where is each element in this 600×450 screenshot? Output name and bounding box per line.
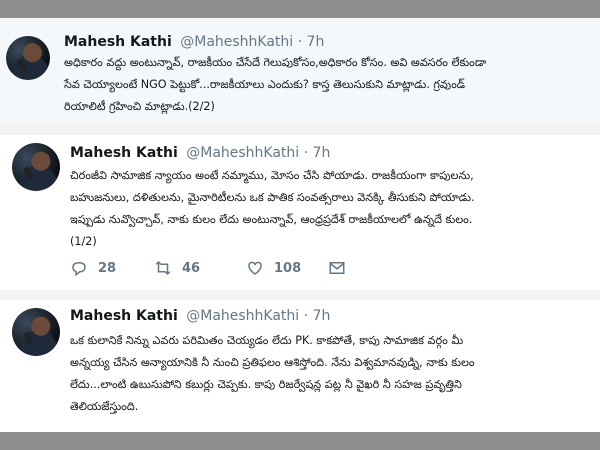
author-handle[interactable]: @MaheshhKathi: [186, 145, 299, 161]
tweet-text: అధికారం వద్దు అంటున్నావ్, రాజకీయం చేసేదే…: [64, 56, 487, 113]
author-handle[interactable]: @MaheshhKathi: [186, 308, 299, 324]
avatar[interactable]: [12, 308, 60, 356]
retweet-icon: [155, 260, 171, 276]
author-name[interactable]: Mahesh Kathi: [70, 145, 178, 161]
top-border: [0, 0, 600, 18]
envelope-icon: [329, 262, 345, 274]
author-name[interactable]: Mahesh Kathi: [70, 308, 178, 324]
author-name[interactable]: Mahesh Kathi: [64, 34, 172, 50]
heart-icon: [248, 261, 262, 275]
tweet-text: చిరంజీవి సామాజిక న్యాయం అంటే నమ్మాము, మో…: [70, 169, 475, 248]
like-count: 108: [274, 260, 302, 276]
avatar[interactable]: [12, 143, 60, 191]
tweet-header: Mahesh Kathi @MaheshhKathi · 7h: [64, 34, 324, 50]
retweet-count: 46: [182, 260, 201, 276]
tweet-text: ఒక కులానికే నిన్ను ఎవరు పరిమితం చెయ్యడం …: [70, 334, 475, 413]
tweet-time[interactable]: · 7h: [298, 34, 325, 50]
tweet-header: Mahesh Kathi @MaheshhKathi · 7h: [70, 145, 330, 161]
tweet-time[interactable]: · 7h: [304, 145, 331, 161]
tweet-actions: 28 46 108: [70, 259, 470, 281]
author-handle[interactable]: @MaheshhKathi: [180, 34, 293, 50]
like-button[interactable]: 108: [246, 259, 301, 277]
tweet-card[interactable]: Mahesh Kathi @MaheshhKathi · 7h చిరంజీవి…: [0, 135, 600, 290]
reply-count: 28: [98, 260, 117, 276]
bottom-border: [0, 432, 600, 450]
avatar[interactable]: [6, 36, 50, 80]
tweet-time[interactable]: · 7h: [304, 308, 331, 324]
tweet-header: Mahesh Kathi @MaheshhKathi · 7h: [70, 308, 330, 324]
tweet-card[interactable]: Mahesh Kathi @MaheshhKathi · 7h ఒక కులాన…: [0, 300, 600, 432]
message-button[interactable]: [328, 259, 356, 277]
reply-button[interactable]: 28: [70, 259, 116, 277]
reply-icon: [72, 261, 86, 277]
retweet-button[interactable]: 46: [154, 259, 200, 277]
tweet-card[interactable]: Mahesh Kathi @MaheshhKathi · 7h అధికారం …: [0, 18, 600, 123]
